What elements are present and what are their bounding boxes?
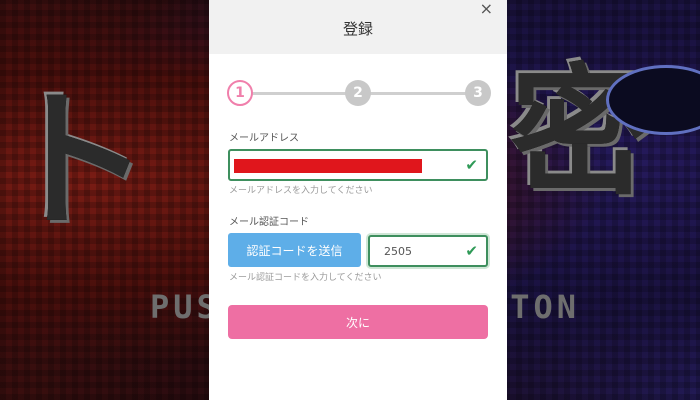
background-caption-right: TON <box>510 288 580 326</box>
check-icon: ✔ <box>465 156 478 174</box>
email-redaction-bar <box>234 159 422 173</box>
step-2: 2 <box>345 80 371 106</box>
next-button[interactable]: 次に <box>228 305 488 339</box>
step-1-active: 1 <box>227 80 253 106</box>
verification-code-value: 2505 <box>384 245 412 258</box>
email-field[interactable]: ✔ <box>228 149 488 181</box>
close-icon[interactable]: × <box>480 0 493 18</box>
check-icon: ✔ <box>465 242 478 260</box>
registration-modal: 登録 × 1 2 3 メールアドレス ✔ メールアドレスを入力してください メー… <box>209 0 507 400</box>
modal-title: 登録 <box>342 20 373 38</box>
email-label: メールアドレス <box>229 133 299 144</box>
verification-code-field[interactable]: 2505 ✔ <box>368 235 488 267</box>
modal-header: 登録 × <box>209 0 507 54</box>
send-code-button[interactable]: 認証コードを送信 <box>228 233 361 267</box>
step-3: 3 <box>465 80 491 106</box>
background-glyph-left: ト <box>0 75 151 249</box>
registration-stepper: 1 2 3 <box>227 80 491 106</box>
code-label: メール認証コード <box>229 217 309 228</box>
code-hint: メール認証コードを入力してください <box>229 273 382 283</box>
email-hint: メールアドレスを入力してください <box>229 186 373 196</box>
